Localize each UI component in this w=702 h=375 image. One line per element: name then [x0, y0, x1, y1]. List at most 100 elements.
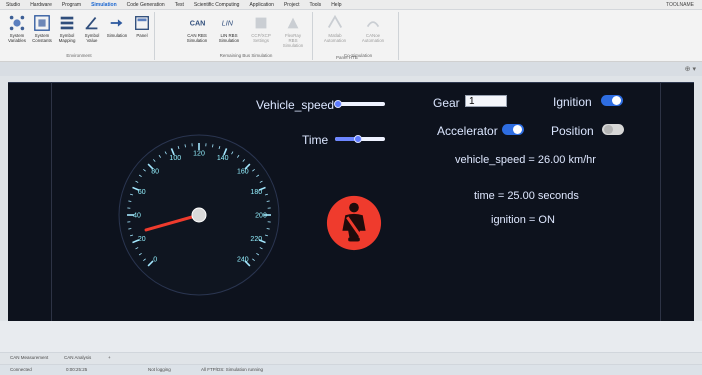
elapsed-time: 0:00:25:25	[66, 367, 87, 372]
ignition-toggle-knob	[612, 96, 621, 105]
menu-project[interactable]: Project	[284, 2, 300, 8]
connection-status: Connected	[10, 367, 32, 372]
tab-can-measurement[interactable]: CAN Measurement	[10, 355, 48, 360]
ignition-toggle[interactable]	[601, 95, 623, 106]
ribbon-bottom-label: Panel HTB	[336, 55, 358, 60]
vehicle-speed-slider[interactable]	[335, 100, 385, 108]
time-readout: time = 25.00 seconds	[474, 190, 579, 202]
environment-group: System Variables System Constants Symbol…	[4, 12, 155, 60]
tick-label: 180	[250, 189, 262, 196]
system-variables-button[interactable]: System Variables	[4, 12, 30, 52]
co-simulation-label: Co-Simulation	[318, 53, 398, 58]
menu-help[interactable]: Help	[331, 2, 341, 8]
ccp-xcp-settings-label: CCP/XCP Settings	[248, 33, 274, 43]
system-variables-icon	[8, 14, 26, 32]
vehicle-speed-thumb[interactable]	[334, 100, 342, 108]
flexray-rbs-button[interactable]: FlexRay RBS Simulation	[280, 12, 306, 52]
co-simulation-group: Matlab Automation CANoe Automation Co-Si…	[318, 12, 399, 60]
menu-test[interactable]: Test	[175, 2, 184, 8]
position-label: Position	[551, 124, 594, 138]
panel-label: Panel	[129, 33, 155, 38]
lin-rbs-label: LIN RBS Simulation	[216, 33, 242, 43]
can-rbs-label: CAN RBS Simulation	[184, 33, 210, 43]
tick-label: 140	[217, 155, 229, 162]
vehicle-speed-track	[335, 102, 385, 106]
symbol-mapping-label: Symbol Mapping	[54, 33, 80, 43]
simulation-status: All FTP/DS: Simulation running	[201, 367, 263, 372]
symbol-value-button[interactable]: Symbol Value	[79, 12, 105, 52]
matlab-automation-button[interactable]: Matlab Automation	[322, 12, 348, 52]
tab-can-analysis[interactable]: CAN Analysis	[64, 355, 91, 360]
simulation-icon	[108, 14, 126, 32]
svg-text:LIN: LIN	[222, 19, 234, 28]
status-bar: Connected 0:00:25:25 Not logging All FTP…	[0, 364, 702, 375]
symbol-mapping-button[interactable]: Symbol Mapping	[54, 12, 80, 52]
needle-hub	[192, 208, 206, 222]
system-constants-button[interactable]: System Constants	[29, 12, 55, 52]
canoe-automation-button[interactable]: CANoe Automation	[360, 12, 386, 52]
time-slider[interactable]	[335, 135, 385, 143]
system-variables-label: System Variables	[4, 33, 30, 43]
lin-rbs-icon: LIN	[220, 14, 238, 32]
matlab-automation-label: Matlab Automation	[322, 33, 348, 43]
left-panel-divider	[8, 82, 52, 321]
panel-button[interactable]: Panel	[129, 12, 155, 52]
system-constants-label: System Constants	[29, 33, 55, 43]
panel-icon	[133, 14, 151, 32]
can-rbs-icon: CAN	[188, 14, 206, 32]
simulation-label: Simulation	[104, 33, 130, 38]
canoe-automation-label: CANoe Automation	[360, 33, 386, 43]
accelerator-toggle[interactable]	[502, 124, 524, 135]
vehicle-speed-label: Vehicle_speed	[256, 98, 334, 112]
flexray-rbs-icon	[284, 14, 302, 32]
time-label: Time	[302, 133, 328, 147]
gear-input[interactable]: 1	[465, 95, 507, 107]
simulation-button[interactable]: Simulation	[104, 12, 130, 52]
can-rbs-button[interactable]: CAN CAN RBS Simulation	[184, 12, 210, 52]
logging-status: Not logging	[148, 367, 171, 372]
symbol-mapping-icon	[58, 14, 76, 32]
lin-rbs-button[interactable]: LIN LIN RBS Simulation	[216, 12, 242, 52]
tick-label: 160	[237, 169, 249, 176]
tick-label: 220	[250, 236, 262, 243]
environment-group-label: Environment	[4, 53, 154, 58]
add-tab-button[interactable]: +	[108, 355, 111, 360]
menu-scientific-computing[interactable]: Scientific Computing	[194, 2, 240, 8]
menu-studio[interactable]: Studio	[6, 2, 20, 8]
toolbar-strip: ⊕ ▾	[0, 62, 702, 76]
menu-simulation[interactable]: Simulation	[91, 2, 117, 8]
tick-label: 120	[193, 151, 205, 158]
speedometer-gauge: vehicle_speed 02040608010012014016018020…	[114, 130, 284, 300]
tick-label: 100	[169, 155, 181, 162]
svg-text:CAN: CAN	[190, 19, 206, 28]
menu-program[interactable]: Program	[62, 2, 81, 8]
menu-tools[interactable]: Tools	[310, 2, 322, 8]
position-toggle-knob	[604, 125, 613, 134]
right-panel-divider	[660, 82, 695, 321]
ribbon: System Variables System Constants Symbol…	[0, 10, 702, 62]
ccp-xcp-settings-button[interactable]: CCP/XCP Settings	[248, 12, 274, 52]
matlab-automation-icon	[326, 14, 344, 32]
menu-hardware[interactable]: Hardware	[30, 2, 52, 8]
accelerator-toggle-knob	[513, 125, 522, 134]
tick-label: 200	[255, 213, 267, 220]
remaining-bus-simulation-group: CAN CAN RBS Simulation LIN LIN RBS Simul…	[180, 12, 313, 60]
position-toggle[interactable]	[602, 124, 624, 135]
flexray-rbs-label: FlexRay RBS Simulation	[280, 33, 306, 48]
ignition-readout: ignition = ON	[491, 214, 555, 226]
menu-code-generation[interactable]: Code Generation	[127, 2, 165, 8]
tick-label: 80	[151, 169, 159, 176]
time-thumb[interactable]	[354, 135, 362, 143]
accelerator-label: Accelerator	[437, 124, 498, 138]
remaining-bus-simulation-label: Remaining Bus Simulation	[180, 53, 312, 58]
ignition-label: Ignition	[553, 95, 592, 109]
tick-label: 0	[153, 256, 157, 263]
tick-label: 240	[237, 256, 249, 263]
window-title: TOOLNAME	[666, 2, 694, 8]
zoom-control[interactable]: ⊕ ▾	[685, 65, 696, 73]
system-constants-icon	[33, 14, 51, 32]
menu-application[interactable]: Application	[249, 2, 273, 8]
tick-label: 40	[133, 213, 141, 220]
symbol-value-icon	[83, 14, 101, 32]
tab-strip: CAN Measurement CAN Analysis +	[0, 352, 702, 364]
